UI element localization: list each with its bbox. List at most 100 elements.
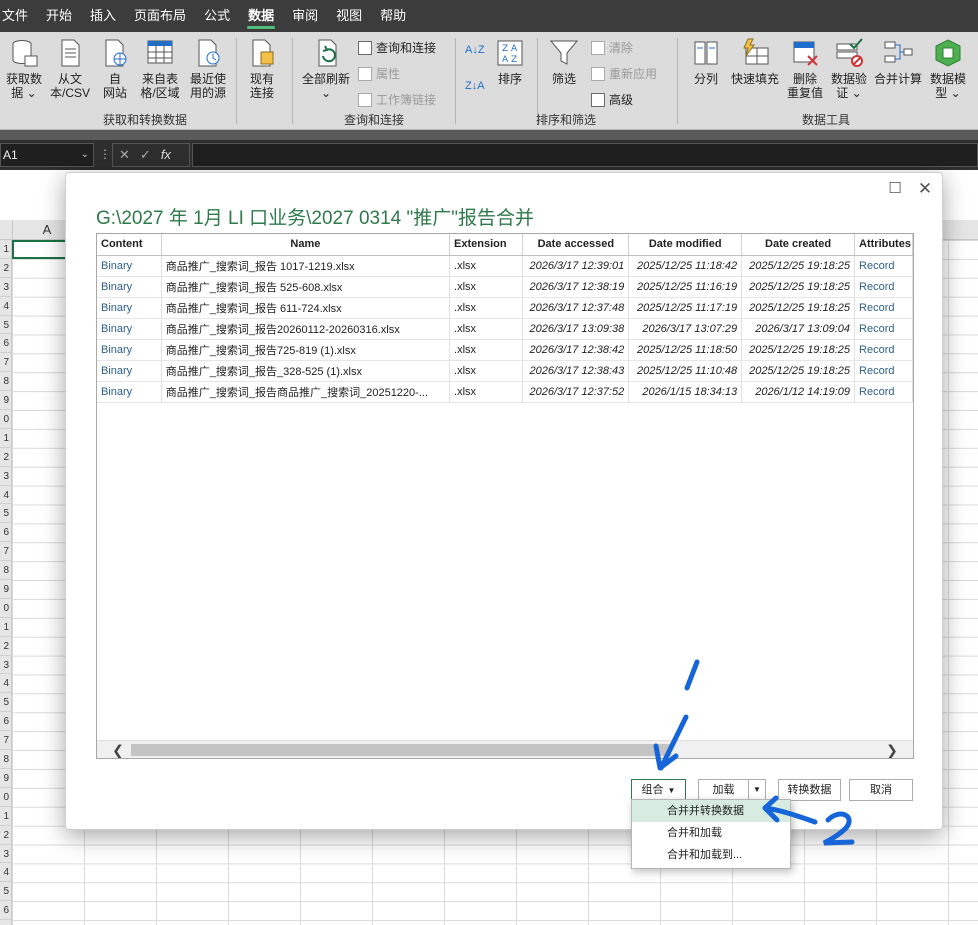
- table-row[interactable]: Binary 商品推广_搜索词_报告725-819 (1).xlsx .xlsx 20…: [97, 339, 913, 361]
- confirm-entry-icon[interactable]: ✓: [140, 144, 151, 166]
- maximize-icon[interactable]: ☐: [884, 179, 906, 197]
- row-header[interactable]: 8: [0, 372, 11, 392]
- col-date-created[interactable]: Date created: [741, 234, 856, 256]
- from-web-button[interactable]: 自 网站: [98, 38, 132, 100]
- more-vertical-icon[interactable]: ⋮: [99, 147, 111, 161]
- cell-content[interactable]: Binary: [97, 318, 162, 340]
- table-row[interactable]: Binary 商品推广_搜索词_报告 1017-1219.xlsx .xlsx 202…: [97, 255, 913, 277]
- row-header[interactable]: 9: [0, 769, 11, 788]
- tab-view[interactable]: 视图: [327, 0, 371, 32]
- cell-attributes[interactable]: Record: [854, 276, 913, 298]
- row-header[interactable]: 4: [0, 297, 11, 316]
- text-to-columns-button[interactable]: 分列: [689, 38, 723, 86]
- data-validation-button[interactable]: 数据验 证 ⌄: [829, 38, 869, 100]
- row-header[interactable]: 1: [0, 807, 11, 826]
- row-header[interactable]: 3: [0, 467, 11, 486]
- advanced-filter-button[interactable]: 高级: [591, 91, 633, 108]
- sort-asc-button[interactable]: A↓Z: [465, 44, 485, 56]
- row-header[interactable]: 9: [0, 391, 11, 411]
- col-content[interactable]: Content: [97, 234, 162, 256]
- row-header[interactable]: 1: [0, 240, 11, 259]
- sort-desc-button[interactable]: Z↓A: [465, 80, 485, 92]
- combine-button[interactable]: 组合 ▼: [631, 779, 686, 801]
- row-header[interactable]: 0: [0, 788, 11, 807]
- cell-attributes[interactable]: Record: [854, 297, 913, 319]
- table-row[interactable]: Binary 商品推广_搜索词_报告 611-724.xlsx .xlsx 2026/…: [97, 297, 913, 319]
- cell-content[interactable]: Binary: [97, 276, 162, 298]
- row-header[interactable]: 5: [0, 693, 11, 713]
- name-box[interactable]: A1 ⌄: [0, 143, 94, 167]
- tab-file[interactable]: 文件: [0, 0, 37, 32]
- row-header[interactable]: 2: [0, 826, 11, 845]
- consolidate-button[interactable]: 合并计算: [873, 38, 923, 86]
- col-date-modified[interactable]: Date modified: [628, 234, 743, 256]
- cell-attributes[interactable]: Record: [854, 318, 913, 340]
- queries-connections-button[interactable]: 查询和连接: [358, 39, 436, 56]
- row-header[interactable]: 9: [0, 580, 11, 599]
- load-button[interactable]: 加载: [698, 779, 749, 801]
- table-row[interactable]: Binary 商品推广_搜索词_报告 525-608.xlsx .xlsx 2026/…: [97, 276, 913, 298]
- existing-connections-button[interactable]: 现有 连接: [244, 38, 280, 100]
- remove-duplicates-button[interactable]: 删除 重复值: [785, 38, 825, 100]
- table-row[interactable]: Binary 商品推广_搜索词_报告_328-525 (1).xlsx .xlsx 2…: [97, 360, 913, 382]
- scrollbar-thumb[interactable]: [131, 744, 671, 756]
- tab-data[interactable]: 数据: [239, 0, 283, 32]
- cell-content[interactable]: Binary: [97, 381, 162, 403]
- row-header[interactable]: 6: [0, 712, 11, 732]
- menu-item-combine-load-to[interactable]: 合并和加载到...: [632, 844, 790, 866]
- from-text-csv-button[interactable]: 从文 本/CSV: [48, 38, 92, 100]
- row-header[interactable]: 6: [0, 334, 11, 354]
- row-header[interactable]: 6: [0, 901, 11, 921]
- row-header[interactable]: 1: [0, 429, 11, 448]
- row-header[interactable]: 4: [0, 863, 11, 883]
- formula-input[interactable]: [192, 143, 978, 167]
- row-header[interactable]: 7: [0, 542, 11, 562]
- col-extension[interactable]: Extension: [449, 234, 524, 256]
- row-header[interactable]: 8: [0, 561, 11, 581]
- tab-help[interactable]: 帮助: [371, 0, 415, 32]
- col-name[interactable]: Name: [161, 234, 451, 256]
- row-header[interactable]: 3: [0, 278, 11, 297]
- load-dropdown-icon[interactable]: ▼: [748, 779, 766, 801]
- reapply-button[interactable]: 重新应用: [591, 65, 657, 82]
- clear-filter-button[interactable]: 清除: [591, 39, 633, 56]
- tab-formulas[interactable]: 公式: [195, 0, 239, 32]
- row-header[interactable]: 0: [0, 599, 11, 618]
- scroll-left-icon[interactable]: ❮: [109, 741, 127, 758]
- tab-review[interactable]: 审阅: [283, 0, 327, 32]
- cell-attributes[interactable]: Record: [854, 339, 913, 361]
- row-header[interactable]: 1: [0, 618, 11, 637]
- row-header[interactable]: 2: [0, 259, 11, 278]
- workbook-links-button[interactable]: 工作簿链接: [358, 91, 436, 108]
- from-table-range-button[interactable]: 来自表 格/区域: [138, 38, 182, 100]
- scroll-right-icon[interactable]: ❯: [883, 741, 901, 758]
- tab-insert[interactable]: 插入: [81, 0, 125, 32]
- menu-item-combine-load[interactable]: 合并和加载: [632, 822, 790, 844]
- horizontal-scrollbar[interactable]: ❮ ❯: [97, 740, 913, 758]
- row-header[interactable]: 4: [0, 486, 11, 505]
- row-header[interactable]: 5: [0, 504, 11, 524]
- row-header[interactable]: 5: [0, 316, 11, 335]
- cancel-button[interactable]: 取消: [849, 779, 913, 801]
- sort-button[interactable]: Z AA Z 排序: [495, 38, 525, 86]
- row-header[interactable]: 3: [0, 845, 11, 864]
- row-header[interactable]: 7: [0, 353, 11, 373]
- cancel-entry-icon[interactable]: ✕: [119, 144, 130, 166]
- row-header[interactable]: 5: [0, 882, 11, 902]
- close-icon[interactable]: ✕: [914, 179, 936, 199]
- flash-fill-button[interactable]: 快速填充: [729, 38, 781, 86]
- properties-button[interactable]: 属性: [358, 65, 400, 82]
- refresh-all-button[interactable]: 全部刷新 ⌄: [298, 38, 354, 100]
- filter-button[interactable]: 筛选: [547, 38, 581, 86]
- row-header[interactable]: 6: [0, 523, 11, 543]
- row-header[interactable]: 2: [0, 637, 11, 656]
- table-row[interactable]: Binary 商品推广_搜索词_报告20260112-20260316.xlsx.…: [97, 318, 913, 340]
- cell-content[interactable]: Binary: [97, 360, 162, 382]
- cell-attributes[interactable]: Record: [854, 255, 913, 277]
- tab-home[interactable]: 开始: [37, 0, 81, 32]
- menu-item-combine-transform[interactable]: 合并并转换数据: [632, 800, 790, 822]
- cell-content[interactable]: Binary: [97, 339, 162, 361]
- row-header[interactable]: 7: [0, 731, 11, 751]
- insert-function-button[interactable]: fx: [161, 144, 171, 166]
- cell-content[interactable]: Binary: [97, 255, 162, 277]
